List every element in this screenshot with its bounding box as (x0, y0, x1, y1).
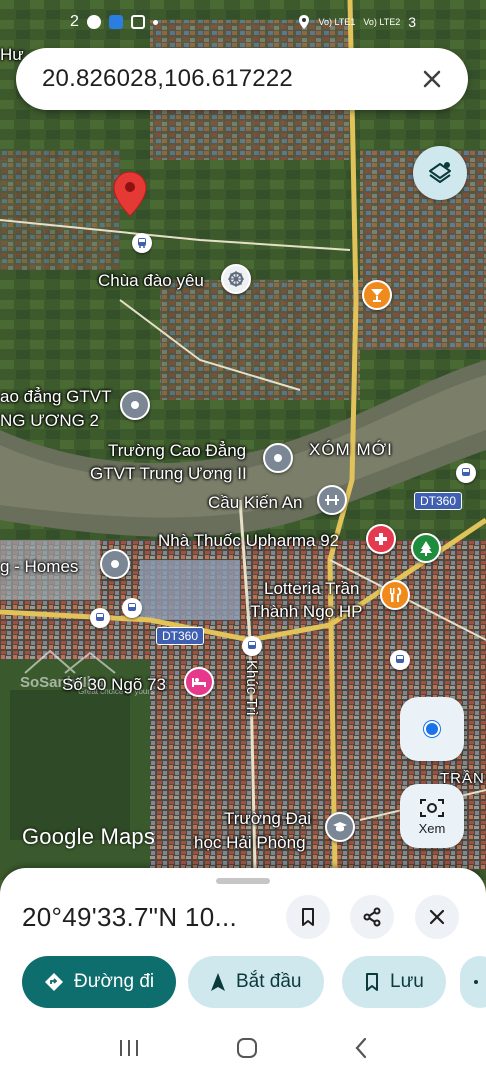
map-label-truong-cao-dang-1[interactable]: Trường Cao Đẳng (108, 440, 246, 462)
share-icon (474, 980, 478, 984)
facebook-icon (86, 15, 101, 29)
share-icon (363, 907, 381, 927)
close-sheet-button[interactable] (415, 895, 459, 939)
directions-icon (45, 973, 63, 991)
place-pin-icon[interactable] (100, 549, 130, 579)
hotel-icon[interactable] (184, 667, 214, 697)
system-nav-bar (0, 1016, 486, 1080)
save-icon-button[interactable] (286, 895, 330, 939)
road-sign: DT360 (414, 492, 463, 510)
bridge-icon[interactable] (317, 485, 347, 515)
dropped-pin-icon[interactable] (112, 170, 148, 218)
school-pin-icon[interactable] (120, 390, 150, 420)
map-label-cao-dang-2[interactable]: NG ƯƠNG 2 (0, 410, 99, 432)
place-title: 20°49'33.7"N 10... (22, 902, 238, 932)
map-label-dai-hoc-2[interactable]: học Hải Phòng (194, 832, 306, 854)
back-icon[interactable] (354, 1037, 368, 1059)
app-icon (130, 15, 145, 29)
directions-button[interactable]: Đường đi (22, 956, 177, 1008)
start-label: Bắt đầu (236, 971, 302, 992)
map-label-so30[interactable]: Số 30 Ngõ 73 (62, 674, 166, 696)
lens-label: Xem (418, 820, 446, 836)
pharmacy-icon[interactable] (366, 524, 396, 554)
restaurant-icon[interactable] (380, 580, 410, 610)
bookmark-icon (366, 973, 378, 991)
map-label-xom-moi: XÓM MỚI (309, 440, 393, 459)
camera-lens-icon (420, 798, 444, 817)
close-icon (423, 70, 441, 88)
location-icon (299, 15, 310, 29)
park-icon[interactable] (411, 533, 441, 563)
directions-label: Đường đi (74, 971, 155, 992)
my-location-icon (424, 721, 440, 737)
lens-button[interactable]: Xem (400, 784, 464, 848)
layers-button[interactable] (413, 146, 467, 200)
signal-2-label: Vo) LTE2 (363, 17, 401, 27)
more-actions-button[interactable] (460, 956, 486, 1008)
start-button[interactable]: Bắt đầu (188, 956, 324, 1008)
google-maps-logo: Google Maps (22, 824, 156, 849)
bus-stop-icon[interactable] (90, 608, 110, 628)
share-button[interactable] (350, 895, 394, 939)
layers-icon (429, 162, 451, 183)
home-icon[interactable] (236, 1037, 258, 1059)
map-label-chua-dao-yeu[interactable]: Chùa đào yêu (98, 270, 204, 292)
save-label: Lưu (390, 971, 424, 992)
map-label-homes[interactable]: g - Homes (0, 556, 78, 578)
bus-stop-icon[interactable] (242, 636, 262, 656)
university-icon[interactable] (325, 812, 355, 842)
signal-1-label: Vo) LTE1 (318, 17, 356, 27)
house-watermark-icon (24, 649, 116, 674)
map-label-khuc-tri: Khúc Trì (243, 660, 260, 716)
map-label-lotteria-2[interactable]: Thành Ngọ HP (250, 601, 362, 623)
bookmark-icon (302, 908, 314, 926)
more-notifications-icon (152, 19, 158, 25)
recent-apps-icon[interactable] (118, 1038, 140, 1058)
map-label-dai-hoc-1[interactable]: Trường Đại (224, 808, 311, 830)
temple-icon[interactable] (221, 264, 251, 294)
bus-stop-icon[interactable] (390, 650, 410, 670)
road-sign: DT360 (156, 627, 205, 645)
map-label-lotteria-1[interactable]: Lotteria Trần (264, 578, 359, 600)
clear-search-button[interactable] (418, 65, 446, 93)
navigation-arrow-icon (211, 973, 225, 991)
status-bar: 2 Vo) LTE1 Vo) LTE2 3 (0, 0, 486, 44)
bus-stop-icon[interactable] (456, 463, 476, 483)
sheet-drag-handle[interactable] (216, 878, 270, 884)
messenger-icon (108, 15, 123, 29)
search-input[interactable]: 20.826028,106.617222 (42, 65, 418, 93)
map-label-truong-cao-dang-2[interactable]: GTVT Trung Ương II (90, 463, 247, 485)
close-icon (429, 909, 445, 925)
school-pin-icon[interactable] (263, 443, 293, 473)
save-button[interactable]: Lưu (342, 956, 446, 1008)
bus-stop-icon[interactable] (132, 233, 152, 253)
map-label-nha-thuoc[interactable]: Nhà Thuốc Upharma 92 (158, 530, 339, 552)
bar-icon[interactable] (362, 280, 392, 310)
bus-stop-icon[interactable] (122, 598, 142, 618)
map-label-cao-dang-1[interactable]: ao đẳng GTVT (0, 386, 112, 408)
battery-label: 3 (408, 14, 416, 30)
map-label-cau-kien-an[interactable]: Cầu Kiến An (208, 492, 303, 514)
search-bar[interactable]: 20.826028,106.617222 (16, 48, 468, 110)
status-time: 2 (70, 13, 79, 30)
my-location-button[interactable] (400, 697, 464, 761)
